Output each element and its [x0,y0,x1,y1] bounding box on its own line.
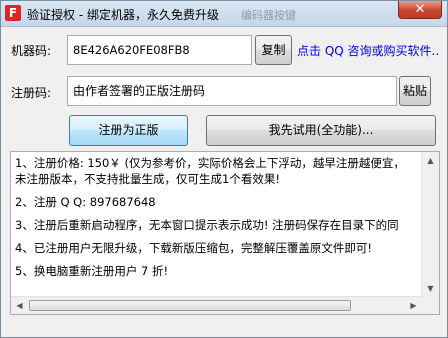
machine-code-label: 机器码: [11,44,52,58]
note-line: 3、注册后重新启动程序，无本窗口提示表示成功! 注册码保存在目录下的同 [15,218,399,232]
scroll-right-icon[interactable]: ▶ [405,297,422,314]
scroll-corner [422,297,439,314]
info-text-area[interactable]: 1、注册价格: 150￥ (仅为参考价，实际价格会上下浮动，越早注册越便宜， 未… [10,151,440,315]
license-window: F 验证授权 - 绑定机器，永久免费升级 编码器按键 ✕ 机器码: 8E426A… [0,0,448,338]
window-title: 验证授权 - 绑定机器，永久免费升级 [27,8,219,22]
title-bar[interactable]: F 验证授权 - 绑定机器，永久免费升级 编码器按键 ✕ [1,1,447,27]
close-icon: ✕ [414,2,426,17]
close-button[interactable]: ✕ [398,1,442,19]
scroll-up-icon[interactable]: ▲ [422,152,439,169]
note-line: 未注册版本，不支持批量生成，仅可生成1个看效果! [15,172,280,186]
registration-code-input[interactable]: 由作者签署的正版注册码 [67,76,397,106]
trial-button[interactable]: 我先试用(全功能)... [206,115,436,146]
scroll-down-icon[interactable]: ▼ [422,280,439,297]
vertical-scrollbar[interactable]: ▲ ▼ [421,152,439,297]
paste-button[interactable]: 粘贴 [399,76,431,106]
copy-button[interactable]: 复制 [255,35,292,65]
note-line: 2、注册 Q Q: 897687648 [15,195,156,209]
background-window-title: 编码器按键 [241,9,296,22]
register-button[interactable]: 注册为正版 [69,115,188,146]
app-icon: F [5,5,21,21]
machine-code-field[interactable]: 8E426A620FE08FB8 [67,35,252,65]
horizontal-scroll-thumb[interactable] [29,300,351,311]
note-line: 1、注册价格: 150￥ (仅为参考价，实际价格会上下浮动，越早注册越便宜， [15,156,405,170]
qq-contact-link[interactable]: 点击 QQ 咨询或购买软件.. [297,42,439,59]
note-line: 4、已注册用户无限升级，下载新版压缩包，完整解压覆盖原文件即可! [15,241,372,255]
horizontal-scrollbar[interactable]: ◀ ▶ [11,296,422,314]
scroll-left-icon[interactable]: ◀ [11,297,28,314]
registration-code-label: 注册码: [11,86,52,100]
info-text-content: 1、注册价格: 150￥ (仅为参考价，实际价格会上下浮动，越早注册越便宜， 未… [15,155,423,298]
note-line: 5、换电脑重新注册用户 7 折! [15,264,169,278]
